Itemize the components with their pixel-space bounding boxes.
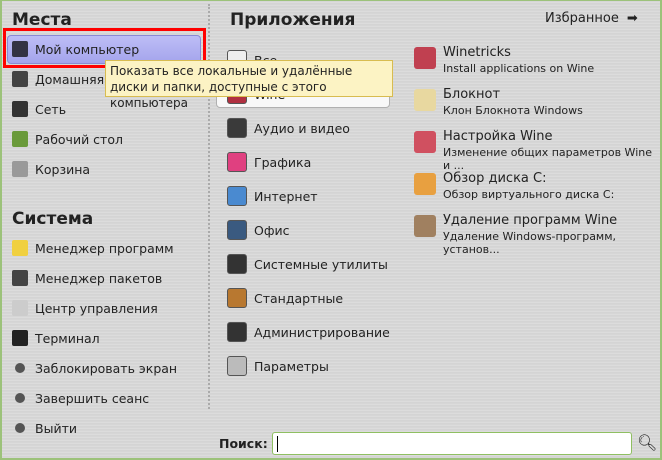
office-icon	[227, 220, 247, 240]
system-item[interactable]: Менеджер программ	[12, 239, 174, 257]
item-label: Графика	[254, 154, 312, 170]
administration-icon	[227, 322, 247, 342]
software-manager-icon	[12, 240, 28, 256]
app-title: Winetricks	[443, 45, 511, 60]
lock-icon	[15, 363, 25, 373]
item-label: Рабочий стол	[35, 131, 123, 147]
search-input[interactable]	[272, 432, 632, 455]
app-entry[interactable]: Удаление программ Wine Удаление Windows-п…	[414, 213, 662, 256]
system-heading: Система	[12, 209, 94, 229]
system-item[interactable]: Выйти	[12, 419, 77, 437]
category-item[interactable]: Интернет	[227, 186, 318, 206]
item-label: Заблокировать экран	[35, 360, 178, 376]
app-title: Обзор диска C:	[443, 171, 547, 186]
category-item[interactable]: Офис	[227, 220, 290, 240]
places-item[interactable]: Мой компьютер	[12, 40, 139, 58]
item-label: Центр управления	[35, 300, 158, 316]
accessories-icon	[227, 288, 247, 308]
places-item[interactable]: Корзина	[12, 160, 90, 178]
logout-icon	[15, 393, 25, 403]
preferences-icon	[227, 356, 247, 376]
system-item[interactable]: Заблокировать экран	[12, 359, 177, 377]
item-label: Сеть	[35, 101, 67, 117]
desktop-icon	[12, 131, 28, 147]
control-center-icon	[12, 300, 28, 316]
category-item[interactable]: Параметры	[227, 356, 329, 376]
trash-icon	[12, 161, 28, 177]
graphics-icon	[227, 152, 247, 172]
item-label: Офис	[254, 222, 290, 238]
apps-heading: Приложения	[230, 10, 356, 30]
item-label: Корзина	[35, 161, 91, 177]
computer-icon	[12, 41, 28, 57]
search-label: Поиск:	[219, 436, 268, 451]
search-icon[interactable]: 🔍︎	[637, 433, 657, 452]
favorites-label: Избранное	[545, 11, 619, 26]
winetricks-icon	[414, 47, 436, 69]
app-entry[interactable]: Обзор диска C: Обзор виртуального диска C…	[414, 171, 614, 201]
app-subtitle: Удаление Windows-программ, установ...	[443, 230, 617, 256]
wine-config-icon	[414, 131, 436, 153]
app-subtitle: Обзор виртуального диска C:	[443, 188, 615, 201]
category-item[interactable]: Системные утилиты	[227, 254, 388, 274]
browse-c-drive-icon	[414, 173, 436, 195]
places-item[interactable]: Рабочий стол	[12, 130, 123, 148]
item-label: Аудио и видео	[254, 120, 350, 136]
item-label: Системные утилиты	[254, 256, 388, 272]
arrow-right-icon: ➡	[626, 11, 638, 26]
app-title: Блокнот	[443, 87, 501, 102]
power-icon	[15, 423, 25, 433]
internet-icon	[227, 186, 247, 206]
package-manager-icon	[12, 270, 28, 286]
app-title: Удаление программ Wine	[443, 213, 618, 228]
item-label: Выйти	[35, 420, 77, 436]
item-label: Менеджер пакетов	[35, 270, 163, 286]
text-caret	[277, 436, 278, 452]
uninstall-wine-icon	[414, 215, 436, 237]
item-label: Интернет	[254, 188, 318, 204]
places-item[interactable]: Сеть	[12, 100, 66, 118]
places-heading: Места	[12, 10, 72, 30]
system-item[interactable]: Менеджер пакетов	[12, 269, 162, 287]
system-item[interactable]: Терминал	[12, 329, 100, 347]
category-item[interactable]: Стандартные	[227, 288, 343, 308]
app-entry[interactable]: Настройка Wine Изменение общих параметров…	[414, 129, 662, 172]
app-title: Настройка Wine	[443, 129, 553, 144]
system-item[interactable]: Центр управления	[12, 299, 158, 317]
app-subtitle: Изменение общих параметров Wine и ...	[443, 146, 652, 172]
notepad-icon	[414, 89, 436, 111]
terminal-icon	[12, 330, 28, 346]
item-label: Мой компьютер	[35, 41, 140, 57]
category-item[interactable]: Графика	[227, 152, 311, 172]
favorites-button[interactable]: Избранное ➡	[545, 11, 638, 26]
item-label: Параметры	[254, 358, 329, 374]
app-entry[interactable]: Winetricks Install applications on Wine	[414, 45, 594, 75]
category-item[interactable]: Аудио и видео	[227, 118, 350, 138]
tooltip: Показать все локальные и удалённые диски…	[105, 60, 393, 110]
category-item[interactable]: Администрирование	[227, 322, 390, 342]
system-item[interactable]: Завершить сеанс	[12, 389, 149, 407]
app-entry[interactable]: Блокнот Клон Блокнота Windows	[414, 87, 583, 117]
item-label: Терминал	[35, 330, 100, 346]
item-label: Менеджер программ	[35, 240, 174, 256]
item-label: Администрирование	[254, 324, 390, 340]
home-icon	[12, 71, 28, 87]
network-icon	[12, 101, 28, 117]
app-subtitle: Install applications on Wine	[443, 62, 595, 75]
multimedia-icon	[227, 118, 247, 138]
system-tools-icon	[227, 254, 247, 274]
item-label: Завершить сеанс	[35, 390, 150, 406]
app-subtitle: Клон Блокнота Windows	[443, 104, 583, 117]
item-label: Стандартные	[254, 290, 344, 306]
